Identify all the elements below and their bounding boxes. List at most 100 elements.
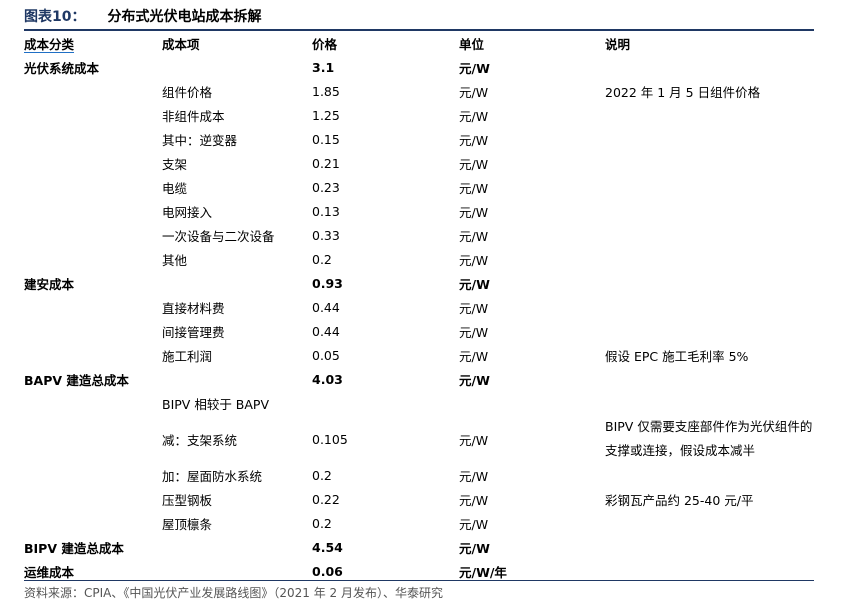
- table-row: BIPV 建造总成本 4.54 元/W: [24, 535, 814, 559]
- category-cell: [24, 223, 162, 247]
- unit-cell: 元/W: [459, 108, 489, 124]
- category-cell: [24, 463, 162, 487]
- item-cell: 其他: [162, 252, 188, 268]
- table-header-row: 成本分类 成本项 价格 单位 说明: [24, 31, 814, 55]
- item-cell: 直接材料费: [162, 300, 225, 316]
- unit-cell: 元/W: [459, 276, 490, 292]
- unit-cell: 元/W: [459, 228, 489, 244]
- category-cell: [24, 319, 162, 343]
- note-cell: [605, 127, 814, 151]
- item-cell: 间接管理费: [162, 324, 225, 340]
- note-cell: [605, 463, 814, 487]
- table-row: 压型钢板 0.22 元/W 彩钢瓦产品约 25-40 元/平: [24, 487, 814, 511]
- category-cell: 光伏系统成本: [24, 60, 100, 76]
- table-row: 其中：逆变器 0.15 元/W: [24, 127, 814, 151]
- item-cell: 电缆: [162, 180, 188, 196]
- figure-label: 图表10：: [24, 9, 86, 25]
- item-cell: [162, 535, 312, 559]
- unit-cell: 元/W: [459, 492, 489, 508]
- price-cell: 1.25: [312, 107, 340, 123]
- item-cell: [162, 55, 312, 79]
- table-row: 直接材料费 0.44 元/W: [24, 295, 814, 319]
- note-cell: [605, 55, 814, 79]
- price-cell: 0.22: [312, 491, 340, 507]
- table-row: 电缆 0.23 元/W: [24, 175, 814, 199]
- note-cell: [605, 151, 814, 175]
- table-row: 一次设备与二次设备 0.33 元/W: [24, 223, 814, 247]
- unit-cell: 元/W: [459, 324, 489, 340]
- unit-cell: 元/W: [459, 372, 490, 388]
- item-cell: 电网接入: [162, 204, 213, 220]
- note-cell: [605, 391, 814, 415]
- note-cell: 彩钢瓦产品约 25-40 元/平: [605, 492, 754, 508]
- unit-cell: 元/W: [459, 156, 489, 172]
- category-cell: [24, 343, 162, 367]
- cost-breakdown-table: 成本分类 成本项 价格 单位 说明 光伏系统成本 3.1 元/W 组件价格 1.85 元/…: [24, 31, 814, 583]
- table-row: 光伏系统成本 3.1 元/W: [24, 55, 814, 79]
- column-header: 说明: [605, 36, 631, 52]
- price-cell: 0.44: [312, 299, 340, 315]
- item-cell: 减：支架系统: [162, 432, 238, 448]
- price-cell: 0.2: [312, 467, 332, 483]
- note-cell: [605, 319, 814, 343]
- price-cell: 0.21: [312, 155, 340, 171]
- category-cell: [24, 415, 162, 463]
- unit-cell: 元/W: [459, 300, 489, 316]
- price-cell: 3.1: [312, 59, 335, 75]
- note-cell: [605, 367, 814, 391]
- price-cell: 0.23: [312, 179, 340, 195]
- category-cell: [24, 127, 162, 151]
- unit-cell: 元/W: [459, 516, 489, 532]
- note-cell: [605, 247, 814, 271]
- note-cell: [605, 535, 814, 559]
- price-cell: 0.13: [312, 203, 340, 219]
- table-row: 加：屋面防水系统 0.2 元/W: [24, 463, 814, 487]
- table-row: 电网接入 0.13 元/W: [24, 199, 814, 223]
- unit-cell: 元/W: [459, 84, 489, 100]
- figure-title-text: 分布式光伏电站成本拆解: [107, 9, 262, 25]
- note-cell: BIPV 仅需要支座部件作为光伏组件的支撑或连接，假设成本减半: [605, 419, 813, 458]
- table-row: 支架 0.21 元/W: [24, 151, 814, 175]
- item-cell: [162, 367, 312, 391]
- unit-cell: 元/W: [459, 468, 489, 484]
- unit-cell: 元/W: [459, 60, 490, 76]
- item-cell: 其中：逆变器: [162, 132, 238, 148]
- category-cell: [24, 175, 162, 199]
- price-cell: 0.33: [312, 227, 340, 243]
- unit-cell: 元/W: [459, 432, 489, 448]
- price-cell: 0.93: [312, 275, 343, 291]
- unit-cell: 元/W: [459, 132, 489, 148]
- item-cell: BIPV 相较于 BAPV: [162, 396, 270, 412]
- column-header: 成本项: [162, 36, 200, 52]
- unit-cell: [459, 391, 605, 415]
- note-cell: [605, 175, 814, 199]
- price-cell: 0.05: [312, 347, 340, 363]
- price-cell: 4.54: [312, 539, 343, 555]
- unit-cell: 元/W: [459, 348, 489, 364]
- note-cell: 2022 年 1 月 5 日组件价格: [605, 84, 761, 100]
- table-row: BAPV 建造总成本 4.03 元/W: [24, 367, 814, 391]
- table-row: 组件价格 1.85 元/W 2022 年 1 月 5 日组件价格: [24, 79, 814, 103]
- item-cell: 支架: [162, 156, 188, 172]
- price-cell: [312, 391, 459, 415]
- category-cell: [24, 103, 162, 127]
- item-cell: 压型钢板: [162, 492, 213, 508]
- price-cell: 1.85: [312, 83, 340, 99]
- source-note: 资料来源：CPIA、《中国光伏产业发展路线图》（2021 年 2 月发布）、华泰…: [24, 586, 443, 600]
- table-body: 光伏系统成本 3.1 元/W 组件价格 1.85 元/W 2022 年 1 月 5 日组件价…: [24, 55, 814, 583]
- price-cell: 4.03: [312, 371, 343, 387]
- category-cell: [24, 79, 162, 103]
- category-cell: [24, 151, 162, 175]
- category-cell: BIPV 建造总成本: [24, 540, 124, 556]
- table-bottom-rule: [24, 580, 814, 581]
- item-cell: 一次设备与二次设备: [162, 228, 275, 244]
- table-row: 间接管理费 0.44 元/W: [24, 319, 814, 343]
- unit-cell: 元/W: [459, 180, 489, 196]
- category-cell: [24, 487, 162, 511]
- item-cell: 非组件成本: [162, 108, 225, 124]
- note-cell: [605, 295, 814, 319]
- item-cell: [162, 271, 312, 295]
- column-header: 单位: [459, 36, 485, 52]
- category-cell: [24, 199, 162, 223]
- item-cell: 施工利润: [162, 348, 213, 364]
